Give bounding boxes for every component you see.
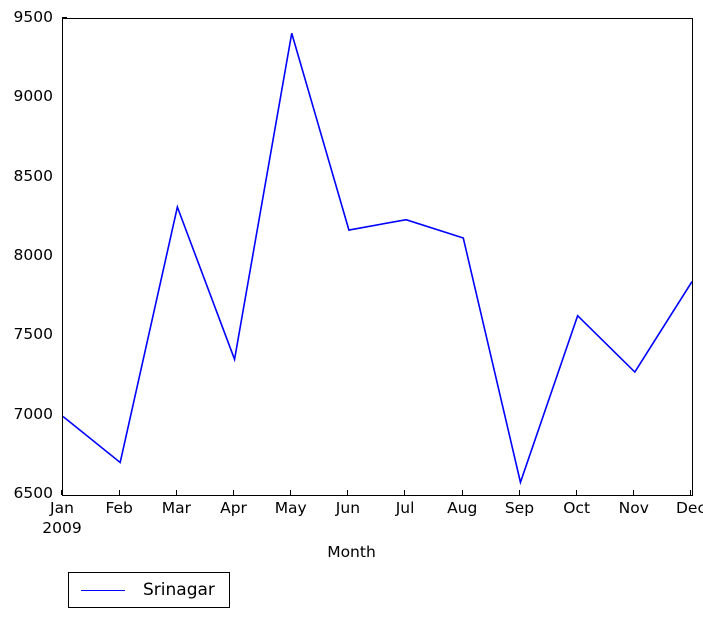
x-axis-tick-label: Aug xyxy=(447,499,478,517)
y-axis-tick-label: 9500 xyxy=(13,8,53,26)
x-axis-year-label: 2009 xyxy=(42,519,82,537)
line-series-svg xyxy=(63,33,692,486)
y-axis-tick-label: 8000 xyxy=(13,246,53,264)
x-axis-tick-label: Sep xyxy=(504,499,535,517)
x-axis-tick-label: Jan xyxy=(50,499,74,517)
legend-line-swatch-srinagar xyxy=(81,589,125,591)
y-axis-tick-label: 7500 xyxy=(13,325,53,344)
x-axis-tick-label: Nov xyxy=(618,499,649,517)
y-axis-tick-label: 6500 xyxy=(13,484,53,502)
legend: Srinagar xyxy=(68,572,230,608)
x-axis-tick-label: Feb xyxy=(105,499,133,517)
plot-area xyxy=(62,18,693,496)
y-axis-tick-label: 8500 xyxy=(13,166,53,185)
y-axis-tick-label: 9000 xyxy=(13,87,53,106)
x-axis-tick-label: Jul xyxy=(395,499,415,517)
x-axis-tick-label: Dec xyxy=(676,499,703,517)
chart-figure: 6500 7000 7500 8000 8500 9000 9500 Jan Feb Mar Ap… xyxy=(0,0,703,621)
x-axis-tick-label: Jun xyxy=(335,499,361,517)
x-axis-tick-label: Mar xyxy=(161,499,191,517)
x-axis-tick-label: Apr xyxy=(220,499,247,517)
line-series-srinagar xyxy=(63,33,692,486)
y-axis-tick-label: 7000 xyxy=(13,404,53,423)
x-axis-title: Month xyxy=(327,543,376,561)
x-axis-tick-label: Oct xyxy=(563,499,591,517)
legend-label-srinagar: Srinagar xyxy=(143,579,215,600)
x-axis-tick-label: May xyxy=(274,499,307,517)
